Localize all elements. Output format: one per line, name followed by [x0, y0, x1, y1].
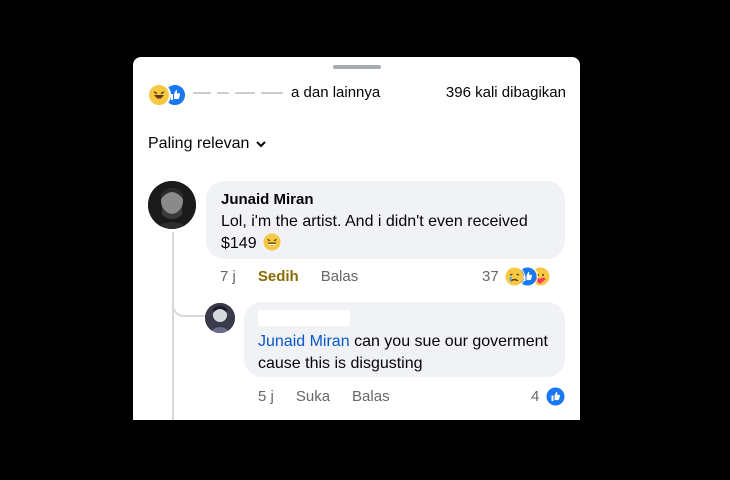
sort-label: Paling relevan [148, 135, 250, 152]
like-icon[interactable] [545, 386, 566, 407]
author-redacted [258, 310, 350, 326]
reactor-names-redacted [191, 85, 289, 99]
drag-handle[interactable] [333, 65, 381, 69]
comment-author[interactable]: Junaid Miran [221, 191, 314, 208]
haha-icon[interactable] [147, 83, 171, 107]
comment-text: Lol, i'm the artist. And i didn't even r… [221, 213, 528, 252]
grinning-face-icon [263, 233, 281, 251]
sad-icon[interactable] [504, 266, 525, 287]
reply-time[interactable]: 5 j [258, 388, 274, 405]
avatar[interactable] [148, 181, 196, 229]
reply-text: Junaid Miran can you sue our goverment c… [258, 333, 548, 372]
reactors-text[interactable]: a dan lainnya [291, 84, 380, 101]
reply-bubble: Junaid Miran can you sue our goverment c… [244, 302, 565, 377]
chevron-down-icon [256, 141, 267, 148]
thread-connector [172, 295, 208, 317]
mention-link[interactable]: Junaid Miran [258, 333, 350, 350]
reply-button[interactable]: Balas [321, 268, 359, 285]
comment-time[interactable]: 7 j [220, 268, 236, 285]
reply-actions: 5 j Suka Balas [258, 388, 412, 405]
sort-dropdown[interactable]: Paling relevan [148, 135, 267, 153]
reply-button[interactable]: Balas [352, 388, 390, 405]
comment-bubble: Junaid Miran Lol, i'm the artist. And i … [206, 181, 565, 259]
reaction-count[interactable]: 37 [482, 268, 499, 285]
thread-line [172, 232, 174, 420]
react-button[interactable]: Sedih [258, 268, 299, 285]
shares-count[interactable]: 396 kali dibagikan [446, 84, 566, 101]
comments-sheet: a dan lainnya 396 kali dibagikan Paling … [133, 57, 580, 420]
like-button[interactable]: Suka [296, 388, 330, 405]
comment-actions: 7 j Sedih Balas [220, 268, 380, 285]
reaction-summary-bar: a dan lainnya 396 kali dibagikan [133, 79, 580, 107]
avatar[interactable] [205, 303, 235, 333]
reaction-count[interactable]: 4 [531, 388, 539, 405]
